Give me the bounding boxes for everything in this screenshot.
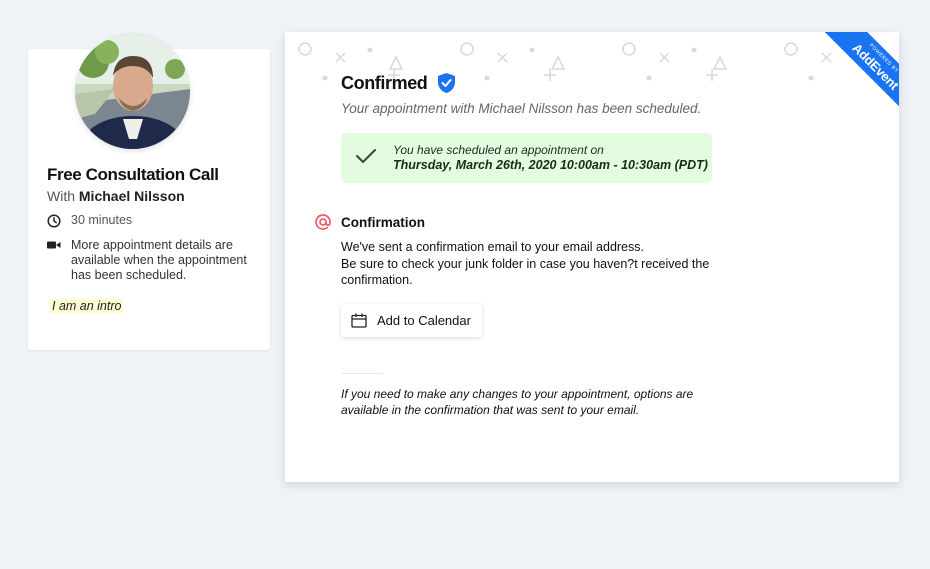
appointment-datetime: Thursday, March 26th, 2020 10:00am - 10:…	[393, 158, 708, 172]
video-camera-icon	[47, 238, 71, 251]
ribbon-brand: AddEvent	[849, 40, 899, 93]
confirmation-section-title: Confirmation	[341, 215, 425, 230]
add-to-calendar-button[interactable]: Add to Calendar	[341, 304, 482, 337]
verified-shield-icon	[437, 72, 456, 94]
changes-note: If you need to make any changes to your …	[341, 387, 694, 417]
addevent-ribbon[interactable]: POWERED BY AddEvent	[813, 32, 899, 118]
confirmed-heading: Confirmed	[341, 72, 456, 94]
calendar-icon	[351, 313, 367, 328]
divider	[341, 373, 382, 374]
scheduled-success-banner: You have scheduled an appointment on Thu…	[341, 133, 712, 183]
confirmation-subtitle: Your appointment with Michael Nilsson ha…	[341, 101, 702, 116]
host-photo	[75, 34, 190, 149]
host-avatar	[75, 34, 190, 149]
details-text: More appointment details are available w…	[71, 238, 247, 282]
ribbon-band[interactable]: POWERED BY AddEvent	[821, 32, 899, 118]
details-row: More appointment details are available w…	[47, 238, 252, 283]
event-host: With Michael Nilsson	[47, 188, 185, 204]
intro-text: I am an intro	[50, 299, 124, 313]
duration-row: 30 minutes	[47, 213, 132, 228]
confirmation-card: POWERED BY AddEvent Confirmed Your appoi…	[285, 32, 899, 482]
at-sign-icon	[315, 214, 331, 235]
clock-icon	[47, 213, 71, 228]
host-prefix: With	[47, 188, 75, 204]
confirmation-section-body: We've sent a confirmation email to your …	[341, 239, 731, 289]
add-to-calendar-label: Add to Calendar	[377, 313, 471, 328]
confirmation-email-sent-text: We've sent a confirmation email to your …	[341, 240, 644, 254]
checkmark-icon	[355, 147, 377, 170]
junk-folder-text: Be sure to check your junk folder in cas…	[341, 256, 710, 288]
success-line-1: You have scheduled an appointment on	[393, 143, 604, 157]
event-summary-card: Free Consultation Call With Michael Nils…	[28, 34, 270, 350]
duration-text: 30 minutes	[71, 213, 133, 227]
confirmed-title: Confirmed	[341, 72, 428, 93]
event-title: Free Consultation Call	[47, 165, 219, 184]
host-name: Michael Nilsson	[78, 188, 185, 204]
